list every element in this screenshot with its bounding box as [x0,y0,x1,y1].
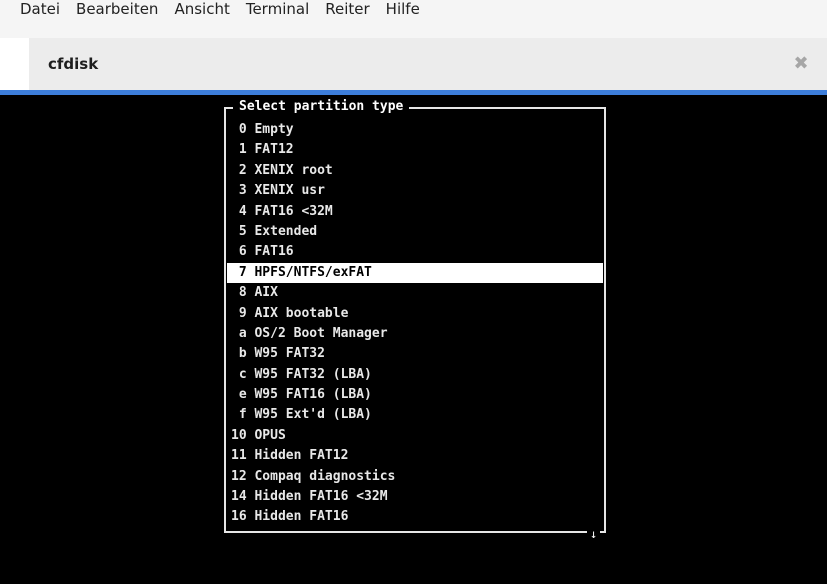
menu-hilfe[interactable]: Hilfe [386,0,420,28]
menu-terminal[interactable]: Terminal [246,0,309,28]
menu-ansicht[interactable]: Ansicht [174,0,229,28]
partition-type-item[interactable]: 8 AIX [227,283,603,303]
close-icon[interactable]: ✖ [791,54,811,74]
partition-type-item[interactable]: 5 Extended [227,222,603,242]
partition-type-item[interactable]: 2 XENIX root [227,161,603,181]
partition-type-item[interactable]: a OS/2 Boot Manager [227,324,603,344]
partition-type-item[interactable]: 9 AIX bootable [227,304,603,324]
partition-type-item[interactable]: 4 FAT16 <32M [227,202,603,222]
tab-title: cfdisk [48,55,99,73]
partition-type-item[interactable]: 16 Hidden FAT16 [227,507,603,527]
menu-bar: Datei Bearbeiten Ansicht Terminal Reiter… [0,0,827,38]
partition-type-item[interactable]: e W95 FAT16 (LBA) [227,385,603,405]
partition-type-item[interactable]: 0 Empty [227,120,603,140]
partition-type-item[interactable]: c W95 FAT32 (LBA) [227,365,603,385]
dialog-title: Select partition type [233,98,410,116]
partition-type-item[interactable]: 3 XENIX usr [227,181,603,201]
partition-type-dialog: Select partition type 0 Empty 1 FAT12 2 … [224,98,606,542]
tab-cfdisk[interactable]: cfdisk ✖ [29,38,827,90]
partition-type-item[interactable]: 11 Hidden FAT12 [227,446,603,466]
tab-bar: cfdisk ✖ [0,38,827,90]
partition-type-item[interactable]: 14 Hidden FAT16 <32M [227,487,603,507]
terminal-area[interactable]: Select partition type 0 Empty 1 FAT12 2 … [0,95,827,584]
menu-bearbeiten[interactable]: Bearbeiten [76,0,158,28]
menu-datei[interactable]: Datei [20,0,60,28]
partition-type-item[interactable]: f W95 Ext'd (LBA) [227,405,603,425]
menu-reiter[interactable]: Reiter [325,0,369,28]
partition-type-item-selected[interactable]: 7 HPFS/NTFS/exFAT [227,262,603,284]
scroll-down-icon: ↓ [587,526,601,542]
partition-type-list[interactable]: 0 Empty 1 FAT12 2 XENIX root 3 XENIX usr… [227,120,603,528]
partition-type-item[interactable]: 12 Compaq diagnostics [227,467,603,487]
partition-type-item[interactable]: 6 FAT16 [227,242,603,262]
partition-type-item[interactable]: 1 FAT12 [227,140,603,160]
partition-type-item[interactable]: b W95 FAT32 [227,344,603,364]
partition-type-item[interactable]: 10 OPUS [227,426,603,446]
